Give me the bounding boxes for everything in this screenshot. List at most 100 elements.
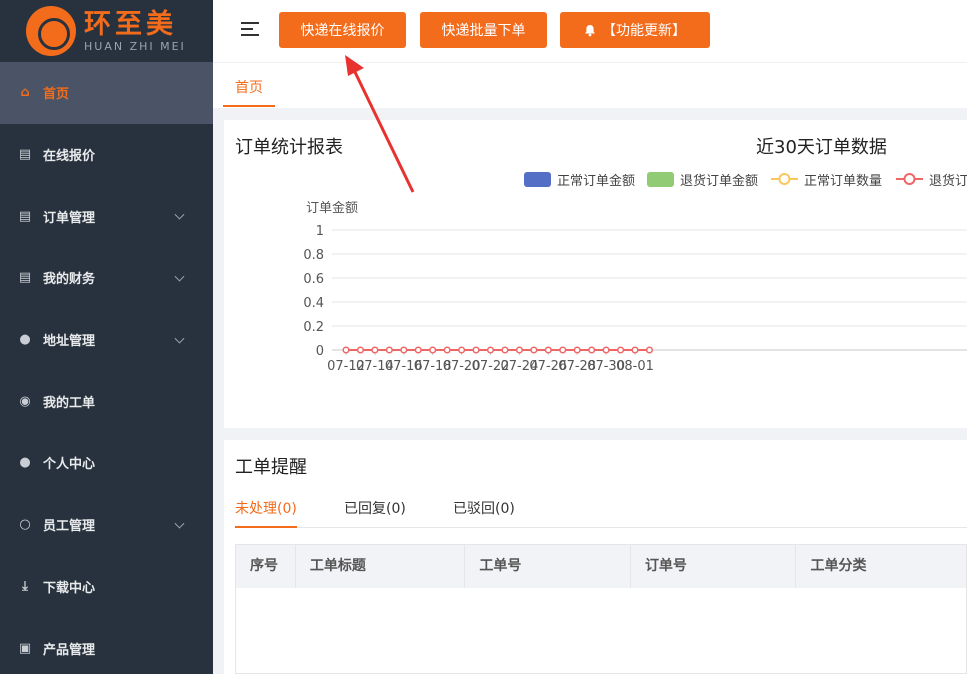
data-point: [588, 346, 596, 354]
workorder-card: 工单提醒 未处理(0) 已回复(0) 已驳回(0) 序号 工单标题 工单号 订单…: [224, 440, 967, 674]
data-point: [645, 346, 654, 354]
sidebar-item[interactable]: ▤ 订单管理: [0, 185, 213, 247]
y-tick-label: 0.4: [303, 296, 324, 311]
sidebar-item[interactable]: ▤ 在线报价: [0, 124, 213, 186]
user-icon: ●: [19, 455, 31, 471]
logo-globe-icon: [26, 6, 76, 56]
legend-label: 正常订单数量: [804, 173, 883, 189]
sidebar-item-label: 我的财务: [43, 272, 96, 288]
data-point: [559, 346, 567, 354]
legend-swatch: [524, 171, 551, 187]
document-icon: ▤: [18, 270, 32, 286]
y-axis-label: 订单金额: [306, 200, 358, 216]
data-point: [530, 346, 538, 354]
workorder-tabs: 未处理(0) 已回复(0) 已驳回(0): [235, 498, 967, 528]
legend-label: 正常订单金额: [557, 173, 636, 189]
sidebar-item-label: 下载中心: [43, 580, 96, 596]
document-icon: ▤: [18, 208, 32, 224]
data-point: [414, 346, 422, 354]
sidebar-item[interactable]: ● 个人中心: [0, 432, 213, 494]
sidebar-item-label: 个人中心: [43, 457, 96, 473]
data-point: [486, 346, 495, 354]
logo[interactable]: 环至美 HUAN ZHI MEI: [0, 0, 213, 62]
sidebar-item[interactable]: ▣ 产品管理: [0, 617, 213, 674]
column-header[interactable]: 序号: [236, 545, 296, 588]
legend-line-swatch: [771, 173, 798, 185]
column-header[interactable]: 工单标题: [296, 545, 466, 588]
order-stats-card: 订单统计报表 近30天订单数据 正常订单金额 退货订单金额 正常订单数量 退货订…: [224, 120, 967, 428]
y-tick-label: 0.8: [303, 248, 324, 263]
bulb-icon: ◉: [19, 393, 31, 409]
y-tick-label: 1: [316, 224, 324, 239]
chevron-down-icon: [174, 333, 185, 344]
sidebar-item-label: 产品管理: [43, 642, 96, 658]
data-point: [385, 346, 393, 354]
legend-label: 退货订: [929, 173, 967, 189]
data-point: [472, 346, 480, 354]
sidebar-item[interactable]: ○ 员工管理: [0, 494, 213, 556]
data-point: [573, 346, 581, 354]
data-point: [631, 346, 639, 354]
menu-toggle-icon[interactable]: [241, 22, 259, 40]
data-point: [371, 346, 379, 354]
column-header[interactable]: 工单分类: [796, 545, 966, 588]
tab-bar: 首页: [213, 62, 967, 108]
legend-item[interactable]: 退货订单金额: [647, 170, 759, 189]
sidebar-item[interactable]: ⤓ 下载中心: [0, 556, 213, 618]
data-point: [617, 346, 625, 354]
brand-name: 环至美: [84, 8, 177, 40]
data-point: [602, 346, 610, 354]
legend-label: 退货订单金额: [680, 173, 759, 189]
workorder-title: 工单提醒: [235, 457, 307, 478]
chart-title: 近30天订单数据: [756, 137, 887, 158]
tab-home[interactable]: 首页: [223, 63, 275, 107]
order-stats-title: 订单统计报表: [235, 137, 343, 158]
sidebar-item[interactable]: ◉ 我的工单: [0, 370, 213, 432]
user-outline-icon: ○: [19, 517, 31, 533]
data-point: [429, 346, 437, 354]
sidebar-item[interactable]: ▤ 我的财务: [0, 247, 213, 309]
legend-swatch: [647, 171, 674, 187]
sidebar-item-label: 我的工单: [43, 395, 96, 411]
data-point: [342, 346, 350, 354]
location-icon: ●: [19, 332, 31, 348]
quick-quote-button[interactable]: 快递在线报价: [279, 12, 406, 48]
sidebar-item[interactable]: ⌂ 首页: [0, 62, 213, 124]
sidebar-item-label: 地址管理: [43, 334, 96, 350]
data-point: [356, 346, 364, 354]
feature-update-label: 【功能更新】: [602, 23, 686, 39]
tab-replied[interactable]: 已回复(0): [344, 498, 406, 528]
batch-order-button[interactable]: 快递批量下单: [420, 12, 547, 48]
bell-icon: [585, 24, 595, 36]
top-header: 快递在线报价 快递批量下单 【功能更新】: [213, 0, 967, 62]
box-icon: ▣: [18, 640, 32, 656]
table-header: 序号 工单标题 工单号 订单号 工单分类: [236, 545, 966, 588]
sidebar: 环至美 HUAN ZHI MEI ⌂ 首页 ▤ 在线报价 ▤ 订单管理 ▤ 我的财务 ● 地址管理…: [0, 0, 213, 674]
sidebar-item[interactable]: ● 地址管理: [0, 309, 213, 371]
x-tick-label: 08-01: [616, 359, 654, 374]
home-icon: ⌂: [20, 85, 30, 101]
chevron-down-icon: [174, 271, 185, 282]
order-chart: 订单金额00.20.40.60.8107-1207-1407-1607-1807…: [303, 200, 967, 374]
chevron-down-icon: [174, 518, 185, 529]
y-tick-label: 0.6: [303, 272, 324, 287]
document-icon: ▤: [18, 147, 32, 163]
data-point: [544, 346, 552, 354]
sidebar-item-label: 首页: [43, 87, 70, 103]
legend-item[interactable]: 正常订单数量: [771, 170, 883, 189]
legend-item[interactable]: 退货订: [896, 170, 967, 189]
column-header[interactable]: 订单号: [631, 545, 797, 588]
tab-unprocessed[interactable]: 未处理(0): [235, 498, 297, 528]
chevron-down-icon: [174, 209, 185, 220]
workorder-table: 序号 工单标题 工单号 订单号 工单分类: [235, 544, 967, 674]
tab-rejected[interactable]: 已驳回(0): [453, 498, 515, 528]
sidebar-item-label: 员工管理: [43, 519, 96, 535]
feature-update-button[interactable]: 【功能更新】: [560, 12, 710, 48]
data-point: [515, 346, 523, 354]
brand-name-en: HUAN ZHI MEI: [84, 39, 186, 53]
data-point: [400, 346, 408, 354]
column-header[interactable]: 工单号: [465, 545, 631, 588]
legend-item[interactable]: 正常订单金额: [524, 170, 636, 189]
sidebar-nav: ⌂ 首页 ▤ 在线报价 ▤ 订单管理 ▤ 我的财务 ● 地址管理 ◉ 我的工单 ● 个人中心 ○ 员工管理 ⤓ 下…: [0, 62, 213, 674]
legend-line-swatch: [896, 173, 923, 185]
